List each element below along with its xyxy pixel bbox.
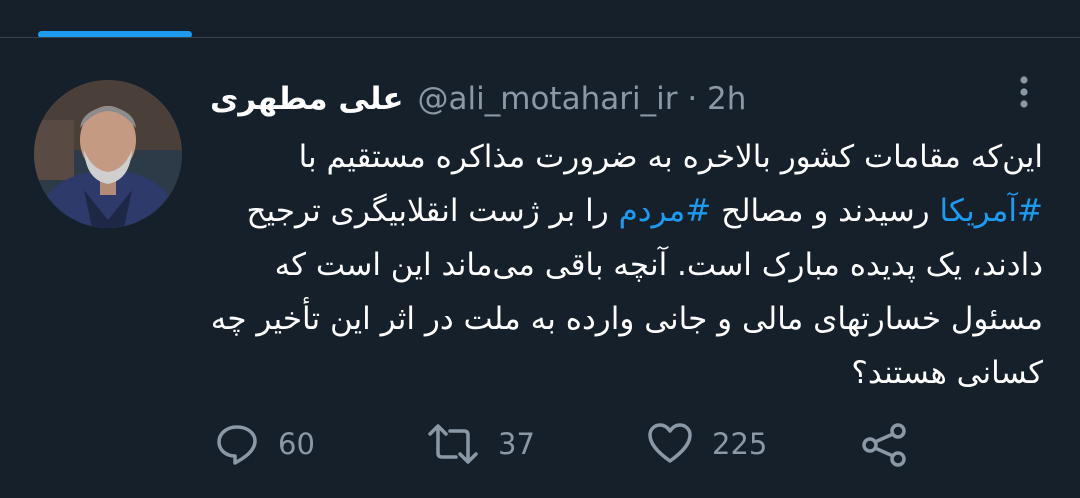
retweet-icon <box>426 421 480 467</box>
reply-button[interactable]: 60 <box>214 414 315 474</box>
separator-dot: · <box>687 81 698 117</box>
like-button[interactable]: 225 <box>646 414 767 474</box>
like-icon <box>646 421 694 467</box>
reply-icon <box>214 421 260 467</box>
timestamp[interactable]: 2h <box>707 81 746 117</box>
tweet-text-part: این‌که مقامات کشور بالاخره به ضرورت مذاک… <box>298 139 1043 175</box>
avatar[interactable] <box>34 80 182 228</box>
more-options-icon[interactable] <box>1012 72 1036 112</box>
hashtag-link[interactable]: #آمریکا <box>940 193 1044 229</box>
reply-count: 60 <box>278 427 315 461</box>
handle: @ali_motahari_ir · 2h <box>418 81 747 117</box>
display-name[interactable]: علی مطهری <box>210 81 404 117</box>
like-count: 225 <box>712 427 768 461</box>
share-button[interactable] <box>860 414 910 474</box>
handle-text[interactable]: @ali_motahari_ir <box>418 81 678 117</box>
retweet-button[interactable]: 37 <box>426 414 535 474</box>
hashtag-link[interactable]: #مردم <box>619 193 712 229</box>
retweet-count: 37 <box>498 427 535 461</box>
divider <box>0 37 1080 38</box>
action-bar: 60 37 225 <box>0 414 1080 474</box>
share-icon <box>860 421 910 467</box>
tweet-text-part: رسیدند و مصالح <box>711 193 940 229</box>
tweet-header: علی مطهری @ali_motahari_ir · 2h <box>210 76 746 122</box>
tweet-text: این‌که مقامات کشور بالاخره به ضرورت مذاک… <box>205 130 1043 400</box>
